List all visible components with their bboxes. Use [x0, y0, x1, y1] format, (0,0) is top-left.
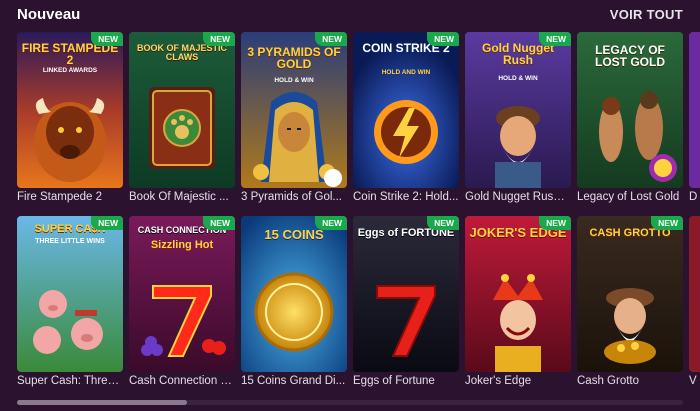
game-title[interactable]: Gold Nugget Rush ...	[465, 191, 571, 203]
game-thumbnail[interactable]: 3 PYRAMIDS OF GOLD HOLD & WIN NEW	[241, 32, 347, 188]
game-thumbnail[interactable]	[689, 216, 700, 372]
game-thumbnail[interactable]: CASH CONNECTION Sizzling Hot NEW	[129, 216, 235, 372]
game-thumbnail[interactable]: COIN STRIKE 2 HOLD AND WIN NEW	[353, 32, 459, 188]
game-title[interactable]: D	[689, 191, 700, 203]
game-title[interactable]: Book Of Majestic ...	[129, 191, 235, 203]
new-badge: NEW	[651, 216, 683, 230]
section-title: Nouveau	[17, 6, 81, 23]
game-logo-text: LEGACY OF LOST GOLD	[595, 43, 665, 69]
new-games-section: Nouveau VOIR TOUT FIRE STAMPEDE 2 LINKED…	[0, 0, 700, 411]
horizontal-scrollbar[interactable]	[17, 400, 683, 405]
new-badge: NEW	[315, 32, 347, 46]
game-card-fire-stampede-2[interactable]: FIRE STAMPEDE 2 LINKED AWARDS NEW Fire S…	[17, 32, 123, 207]
game-title[interactable]: Super Cash: Three...	[17, 375, 123, 387]
game-logo-text: BOOK OF MAJESTIC CLAWS	[136, 43, 227, 62]
game-card-coin-strike-2[interactable]: COIN STRIKE 2 HOLD AND WIN NEW Coin Stri…	[353, 32, 459, 207]
game-card-jokers-edge[interactable]: JOKER'S EDGE NEW Joker's Edge	[465, 216, 571, 391]
game-thumbnail[interactable]	[689, 32, 700, 188]
scrollbar-thumb[interactable]	[17, 400, 187, 405]
game-title[interactable]: 15 Coins Grand Di...	[241, 375, 347, 387]
game-logo-subtitle: Sizzling Hot	[150, 239, 214, 251]
game-title[interactable]: 3 Pyramids of Gol...	[241, 191, 347, 203]
game-card-partial[interactable]: V	[689, 216, 700, 391]
game-thumbnail[interactable]: Eggs of FORTUNE NEW	[353, 216, 459, 372]
game-title[interactable]: Coin Strike 2: Hold...	[353, 191, 459, 203]
game-card-eggs-of-fortune[interactable]: Eggs of FORTUNE NEW Eggs of Fortune	[353, 216, 459, 391]
game-title[interactable]: Cash Connection S...	[129, 375, 235, 387]
games-row-1: FIRE STAMPEDE 2 LINKED AWARDS NEW Fire S…	[17, 32, 700, 207]
game-card-3-pyramids-of-gold[interactable]: 3 PYRAMIDS OF GOLD HOLD & WIN NEW 3 Pyra…	[241, 32, 347, 207]
game-logo-text: 3 PYRAMIDS OF GOLD	[247, 45, 341, 71]
game-logo-subtitle: HOLD & WIN	[274, 77, 314, 84]
game-card-15-coins[interactable]: 15 COINS NEW 15 Coins Grand Di...	[241, 216, 347, 391]
game-title[interactable]: V	[689, 375, 700, 387]
game-thumbnail[interactable]: Gold Nugget Rush HOLD & WIN NEW	[465, 32, 571, 188]
gnome-artwork	[577, 216, 683, 372]
new-badge: NEW	[427, 216, 459, 230]
new-badge: NEW	[203, 32, 235, 46]
game-card-book-of-majestic-claws[interactable]: BOOK OF MAJESTIC CLAWS NEW Book Of Majes…	[129, 32, 235, 207]
game-title[interactable]: Eggs of Fortune	[353, 375, 459, 387]
game-card-cash-connection-sizzling-hot[interactable]: CASH CONNECTION Sizzling Hot NEW Cash Co…	[129, 216, 235, 391]
game-title[interactable]: Joker's Edge	[465, 375, 571, 387]
new-badge: NEW	[539, 216, 571, 230]
view-all-link[interactable]: VOIR TOUT	[610, 7, 683, 22]
game-card-gold-nugget-rush[interactable]: Gold Nugget Rush HOLD & WIN NEW Gold Nug…	[465, 32, 571, 207]
new-badge: NEW	[203, 216, 235, 230]
game-title[interactable]: Cash Grotto	[577, 375, 683, 387]
lightning-coin-artwork	[353, 32, 459, 188]
game-card-partial[interactable]: D	[689, 32, 700, 207]
game-thumbnail[interactable]: CASH GROTTO NEW	[577, 216, 683, 372]
game-thumbnail[interactable]: FIRE STAMPEDE 2 LINKED AWARDS NEW	[17, 32, 123, 188]
game-thumbnail[interactable]: LEGACY OF LOST GOLD	[577, 32, 683, 188]
game-title[interactable]: Legacy of Lost Gold	[577, 191, 683, 203]
game-card-cash-grotto[interactable]: CASH GROTTO NEW Cash Grotto	[577, 216, 683, 391]
game-logo-subtitle: HOLD & WIN	[498, 75, 538, 82]
new-badge: NEW	[91, 216, 123, 230]
game-card-legacy-of-lost-gold[interactable]: LEGACY OF LOST GOLD Legacy of Lost Gold	[577, 32, 683, 207]
new-badge: NEW	[427, 32, 459, 46]
game-logo-subtitle: LINKED AWARDS	[42, 67, 98, 74]
game-logo-subtitle: THREE LITTLE WINS	[35, 238, 105, 245]
game-thumbnail[interactable]: 15 COINS NEW	[241, 216, 347, 372]
game-thumbnail[interactable]: JOKER'S EDGE NEW	[465, 216, 571, 372]
game-title[interactable]: Fire Stampede 2	[17, 191, 123, 203]
new-badge: NEW	[315, 216, 347, 230]
game-card-super-cash[interactable]: SUPER CA$H THREE LITTLE WINS NEW Super C…	[17, 216, 123, 391]
section-header: Nouveau VOIR TOUT	[0, 0, 700, 30]
new-badge: NEW	[539, 32, 571, 46]
game-logo-subtitle: HOLD AND WIN	[381, 69, 431, 76]
games-row-2: SUPER CA$H THREE LITTLE WINS NEW Super C…	[17, 216, 700, 391]
game-thumbnail[interactable]: BOOK OF MAJESTIC CLAWS NEW	[129, 32, 235, 188]
new-badge: NEW	[91, 32, 123, 46]
red-seven-artwork	[353, 216, 459, 372]
game-thumbnail[interactable]: SUPER CA$H THREE LITTLE WINS NEW	[17, 216, 123, 372]
